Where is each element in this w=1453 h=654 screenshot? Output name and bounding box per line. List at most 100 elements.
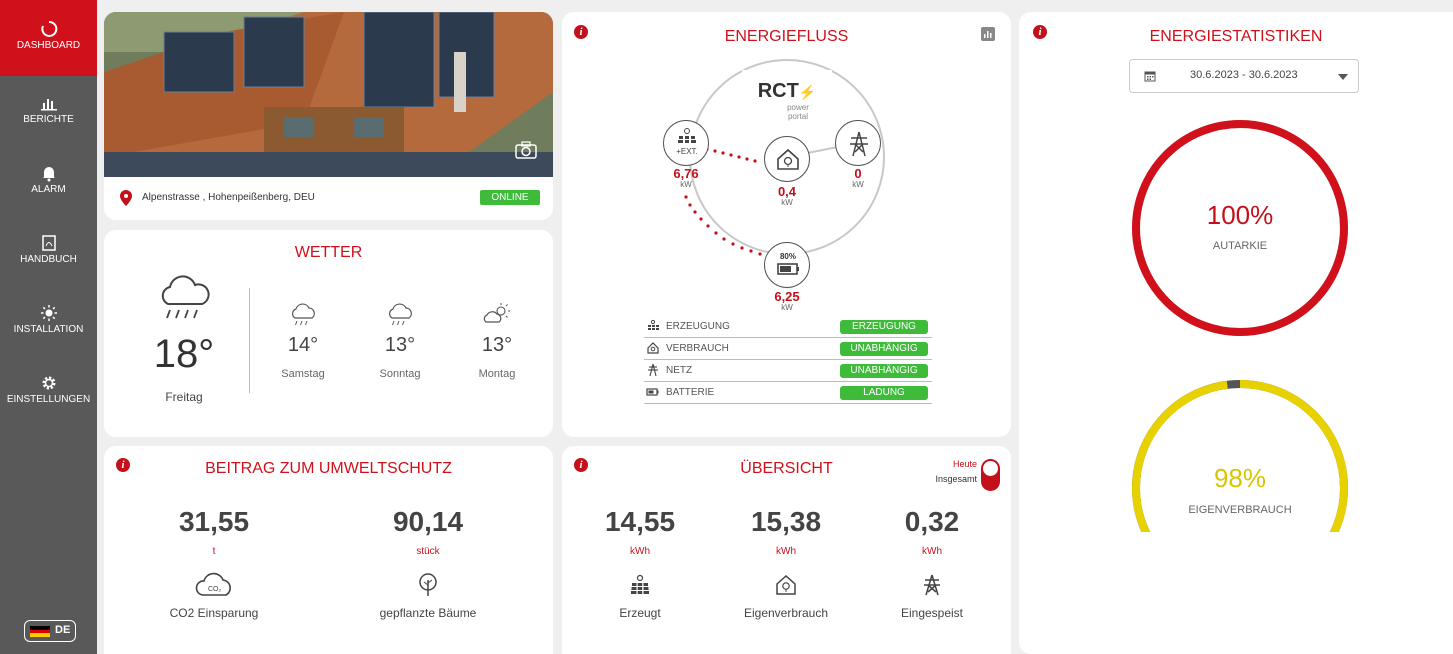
today-temp: 18°: [153, 332, 215, 376]
language-switch[interactable]: DE: [24, 620, 76, 642]
eigenverbrauch-value: 15,38: [750, 506, 822, 537]
flag-de-icon: [30, 626, 50, 638]
legend-row: ERZEUGUNG ERZEUGUNG: [644, 316, 932, 338]
house-unit: kW: [781, 198, 793, 207]
grid-node[interactable]: [835, 120, 881, 166]
pv-value: 6,76: [673, 166, 699, 181]
forecast-temp-1: 14°: [287, 334, 319, 356]
sidebar: DASHBOARD BERICHTE ALARM HANDBUCH INSTAL…: [0, 0, 97, 654]
nav-alarm-label: ALARM: [31, 184, 66, 195]
forecast-day-2: Sonntag: [379, 368, 421, 380]
svg-text:CO₂: CO₂: [208, 586, 222, 593]
legend-status: UNABHÄNGIG: [840, 364, 928, 378]
gear-icon: [42, 376, 55, 390]
weather-divider: [249, 288, 250, 393]
house-node[interactable]: [764, 136, 810, 182]
logo-main: RCT: [757, 80, 799, 102]
legend-status: ERZEUGUNG: [840, 320, 928, 334]
eigen-value: 98%: [1213, 463, 1267, 493]
battery-icon: [777, 263, 799, 275]
autarkie-label: AUTARKIE: [1212, 240, 1268, 252]
nav-alarm[interactable]: ALARM: [0, 164, 97, 204]
forecast-temp-3: 13°: [481, 334, 513, 356]
toggle-insgesamt-label[interactable]: Insgesamt: [907, 474, 977, 484]
solar-panel-icon: [631, 574, 649, 594]
sun-icon: [40, 305, 57, 321]
eigen-label: EIGENVERBRAUCH: [1188, 504, 1292, 516]
nav-installation[interactable]: INSTALLATION: [0, 304, 97, 344]
rain-cloud-icon: [292, 303, 315, 326]
toggle-knob: [983, 461, 998, 476]
legend-row: NETZ UNABHÄNGIG: [644, 360, 932, 382]
language-code: DE: [55, 624, 71, 636]
co2-label: CO2 Einsparung: [169, 606, 259, 620]
forecast-day-3: Montag: [478, 368, 516, 380]
pv-node[interactable]: +EXT.: [663, 120, 709, 166]
trees-value: 90,14: [392, 506, 464, 537]
nav-einstellungen-label: EINSTELLUNGEN: [6, 394, 91, 405]
nav-dashboard-label: DASHBOARD: [16, 40, 81, 51]
toggle-heute-label[interactable]: Heute: [917, 459, 977, 469]
legend-row: VERBRAUCH UNABHÄNGIG: [644, 338, 932, 360]
location-card: Alpenstrasse , Hohenpeißenberg, DEU ONLI…: [104, 12, 553, 220]
logo-sub-2: portal: [787, 112, 808, 121]
weather-title: WETTER: [294, 244, 363, 261]
rain-cloud-icon: [161, 275, 210, 319]
legend-label: ERZEUGUNG: [666, 321, 730, 332]
today-day: Freitag: [165, 390, 203, 404]
weather-card: WETTER 18° Freitag 14° Samstag 13° Sonnt…: [104, 230, 553, 437]
eigenverbrauch-unit: kWh: [776, 546, 796, 557]
camera-icon[interactable]: [514, 140, 538, 160]
overview-card: i ÜBERSICHT Heute Insgesamt 14,55 kWh Er…: [562, 446, 1011, 654]
dashboard-icon: [40, 20, 57, 37]
solar-panel-icon: [648, 319, 659, 330]
nav-handbuch[interactable]: HANDBUCH: [0, 234, 97, 274]
erzeugt-unit: kWh: [630, 546, 650, 557]
legend-status: UNABHÄNGIG: [840, 342, 928, 356]
environment-title: BEITRAG ZUM UMWELTSCHUTZ: [205, 460, 452, 477]
co2-unit: t: [212, 546, 216, 557]
legend-label: NETZ: [666, 365, 693, 376]
chart-icon: [40, 99, 57, 111]
power-tower-icon: [924, 574, 940, 596]
location-pin-icon: [120, 190, 132, 206]
trees-label: gepflanzte Bäume: [379, 606, 477, 620]
stats-gauges: [1132, 120, 1348, 532]
autarkie-value: 100%: [1206, 200, 1274, 230]
battery-icon: [646, 388, 659, 396]
grid-value: 0: [854, 166, 862, 181]
battery-node[interactable]: 80%: [764, 242, 810, 288]
legend-label: VERBRAUCH: [666, 343, 729, 354]
rct-logo: RCT⚡ power portal: [752, 80, 822, 121]
nav-einstellungen[interactable]: EINSTELLUNGEN: [0, 374, 97, 414]
pdf-icon: [41, 235, 56, 251]
nav-dashboard[interactable]: DASHBOARD: [0, 0, 97, 76]
eingespeist-value: 0,32: [904, 506, 960, 537]
house-photo: [104, 12, 553, 177]
power-tower-icon: [850, 131, 868, 157]
battery-value: 6,25: [774, 289, 800, 304]
house-icon: [647, 342, 659, 354]
co2-value: 31,55: [178, 506, 250, 537]
bell-icon: [42, 167, 55, 182]
tree-icon: [419, 573, 437, 596]
legend-label: BATTERIE: [666, 387, 715, 398]
rain-cloud-icon: [389, 303, 412, 326]
energyflow-card: i ENERGIEFLUSS RCT⚡ power portal +EXT. 6…: [562, 12, 1011, 437]
partly-sunny-icon: [483, 303, 510, 323]
eingespeist-unit: kWh: [922, 546, 942, 557]
legend-row: BATTERIE LADUNG: [644, 382, 932, 404]
online-badge: ONLINE: [480, 190, 540, 205]
period-toggle[interactable]: [981, 459, 1000, 491]
grid-unit: kW: [852, 180, 864, 189]
legend-status: LADUNG: [840, 386, 928, 400]
forecast-temp-2: 13°: [384, 334, 416, 356]
pv-unit: kW: [680, 180, 692, 189]
erzeugt-label: Erzeugt: [619, 606, 661, 620]
erzeugt-value: 14,55: [604, 506, 676, 537]
environment-card: i BEITRAG ZUM UMWELTSCHUTZ 31,55 t CO₂ C…: [104, 446, 553, 654]
nav-handbuch-label: HANDBUCH: [20, 254, 77, 265]
nav-berichte[interactable]: BERICHTE: [0, 94, 97, 134]
pv-node-label: +EXT.: [676, 147, 698, 156]
trees-unit: stück: [416, 546, 440, 557]
